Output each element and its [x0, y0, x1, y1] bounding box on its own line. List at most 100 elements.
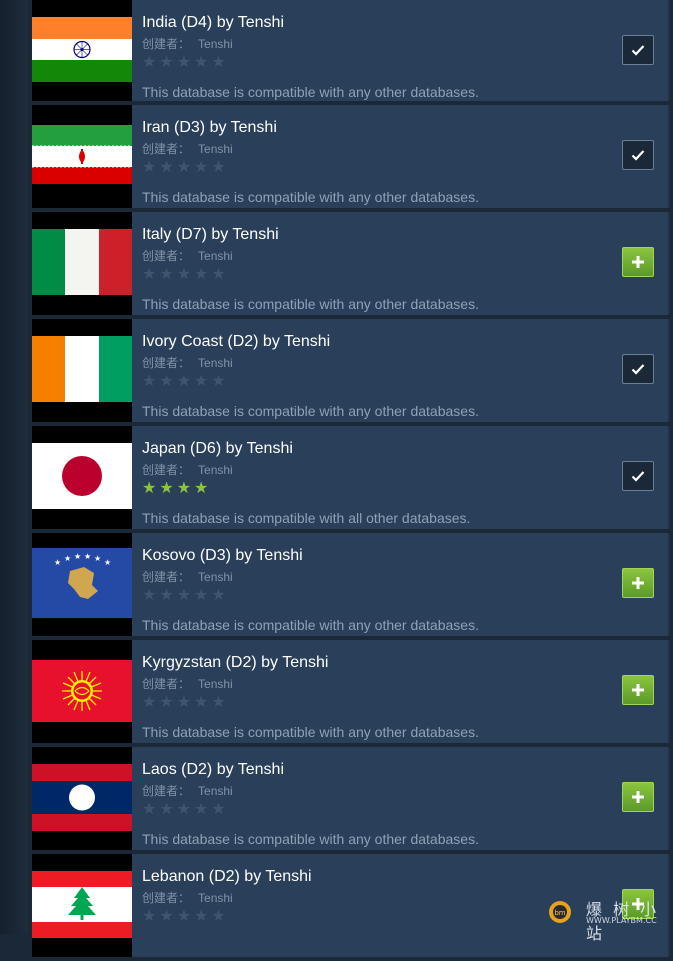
creator-label: 创建者：: [142, 142, 191, 156]
subscribed-toggle-button[interactable]: [622, 35, 654, 65]
rating-star-icon: ★: [211, 159, 229, 176]
creator-name[interactable]: Tenshi: [198, 677, 233, 691]
database-item-india[interactable]: India (D4) by Tenshi 创建者： Tenshi ★★★★★ Th…: [32, 0, 670, 101]
rating-star-icon: ★: [142, 373, 160, 390]
item-creator: 创建者： Tenshi: [142, 782, 233, 799]
add-button[interactable]: [622, 675, 654, 705]
rating-star-icon: ★: [142, 587, 160, 604]
creator-label: 创建者：: [142, 570, 191, 584]
subscribed-toggle-button[interactable]: [622, 140, 654, 170]
item-title[interactable]: Lebanon (D2) by Tenshi: [142, 868, 312, 886]
rating-star-icon: ★: [211, 908, 229, 925]
rating-star-icon: ★: [176, 480, 195, 497]
rating-star-icon: ★: [194, 801, 212, 818]
item-description: This database is compatible with any oth…: [142, 189, 479, 205]
item-title[interactable]: Japan (D6) by Tenshi: [142, 440, 293, 458]
item-title[interactable]: Kyrgyzstan (D2) by Tenshi: [142, 654, 328, 672]
creator-name[interactable]: Tenshi: [198, 891, 233, 905]
item-title[interactable]: Iran (D3) by Tenshi: [142, 119, 277, 137]
add-button[interactable]: [622, 568, 654, 598]
creator-label: 创建者：: [142, 784, 191, 798]
rating-star-icon: ★: [142, 694, 160, 711]
rating-star-icon: ★: [176, 159, 195, 176]
rating-star-icon: ★: [211, 373, 229, 390]
flag-thumbnail-kyrgyzstan[interactable]: [32, 640, 132, 743]
flag-thumbnail-ivory-coast[interactable]: [32, 319, 132, 422]
rating-star-icon: ★: [194, 266, 212, 283]
rating-star-icon: ★: [142, 266, 160, 283]
item-title[interactable]: Ivory Coast (D2) by Tenshi: [142, 333, 330, 351]
item-title[interactable]: India (D4) by Tenshi: [142, 14, 284, 32]
rating-star-icon: ★: [176, 54, 195, 71]
creator-label: 创建者：: [142, 891, 191, 905]
database-item-kosovo[interactable]: ★ ★ ★ ★ ★ ★ Kosovo (D3) by Tenshi 创建者： Tenshi…: [32, 533, 670, 636]
database-item-ivory-coast[interactable]: Ivory Coast (D2) by Tenshi 创建者： Tenshi ★★…: [32, 319, 670, 422]
watermark-logo: bm 爆 树 小 站 WWW.PLAYBM.CC: [542, 892, 667, 943]
checkmark-icon: [631, 44, 645, 56]
rating-star-icon: ★: [176, 694, 195, 711]
creator-name[interactable]: Tenshi: [198, 570, 233, 584]
item-description: This database is compatible with any oth…: [142, 296, 479, 312]
svg-text:★: ★: [94, 554, 101, 563]
creator-name[interactable]: Tenshi: [198, 356, 233, 370]
add-button[interactable]: [622, 247, 654, 277]
creator-name[interactable]: Tenshi: [198, 784, 233, 798]
rating-star-icon: ★: [159, 908, 177, 925]
flag-thumbnail-italy[interactable]: [32, 212, 132, 315]
database-item-kyrgyzstan[interactable]: Kyrgyzstan (D2) by Tenshi 创建者： Tenshi ★★★…: [32, 640, 670, 743]
rating-star-icon: ★: [176, 373, 195, 390]
item-title[interactable]: Kosovo (D3) by Tenshi: [142, 547, 303, 565]
database-item-laos[interactable]: Laos (D2) by Tenshi 创建者： Tenshi ★★★★★ Thi…: [32, 747, 670, 850]
svg-text:★: ★: [64, 554, 71, 563]
rating-star-icon: ★: [194, 908, 212, 925]
watermark-url: WWW.PLAYBM.CC: [586, 916, 657, 925]
flag-thumbnail-lebanon[interactable]: [32, 854, 132, 957]
rating-star-icon: ★: [159, 480, 177, 497]
creator-name[interactable]: Tenshi: [198, 463, 233, 477]
add-button[interactable]: [622, 782, 654, 812]
svg-text:bm: bm: [554, 909, 565, 917]
rating-star-icon: ★: [194, 373, 212, 390]
creator-name[interactable]: Tenshi: [198, 249, 233, 263]
item-title[interactable]: Italy (D7) by Tenshi: [142, 226, 279, 244]
left-scroll-gutter: [0, 0, 28, 934]
rating-star-icon: ★: [159, 587, 177, 604]
creator-label: 创建者：: [142, 249, 191, 263]
creator-name[interactable]: Tenshi: [198, 37, 233, 51]
rating-star-icon: ★: [176, 801, 195, 818]
checkmark-icon: [631, 149, 645, 161]
plus-icon: [631, 255, 645, 269]
item-creator: 创建者： Tenshi: [142, 247, 233, 264]
plus-icon: [631, 576, 645, 590]
plus-icon: [631, 683, 645, 697]
item-description: This database is compatible with any oth…: [142, 403, 479, 419]
creator-label: 创建者：: [142, 677, 191, 691]
creator-name[interactable]: Tenshi: [198, 142, 233, 156]
item-title[interactable]: Laos (D2) by Tenshi: [142, 761, 284, 779]
flag-thumbnail-kosovo[interactable]: ★ ★ ★ ★ ★ ★: [32, 533, 132, 636]
flag-thumbnail-laos[interactable]: [32, 747, 132, 850]
rating-star-icon: ★: [176, 587, 195, 604]
flag-thumbnail-india[interactable]: [32, 0, 132, 101]
flag-thumbnail-iran[interactable]: [32, 105, 132, 208]
database-item-japan[interactable]: Japan (D6) by Tenshi 创建者： Tenshi ★★★★ Thi…: [32, 426, 670, 529]
item-creator: 创建者： Tenshi: [142, 35, 233, 52]
database-item-iran[interactable]: Iran (D3) by Tenshi 创建者： Tenshi ★★★★★ Thi…: [32, 105, 670, 208]
rating-star-icon: ★: [176, 908, 195, 925]
creator-label: 创建者：: [142, 37, 191, 51]
item-creator: 创建者： Tenshi: [142, 675, 233, 692]
rating-stars: ★★★★: [142, 478, 211, 498]
rating-star-icon: ★: [194, 587, 212, 604]
database-list: India (D4) by Tenshi 创建者： Tenshi ★★★★★ Th…: [32, 0, 670, 961]
rating-star-icon: ★: [194, 480, 212, 497]
rating-star-icon: ★: [176, 266, 195, 283]
rating-stars: ★★★★★: [142, 264, 229, 284]
flag-thumbnail-japan[interactable]: [32, 426, 132, 529]
rating-stars: ★★★★★: [142, 799, 229, 819]
database-item-italy[interactable]: Italy (D7) by Tenshi 创建者： Tenshi ★★★★★ Th…: [32, 212, 670, 315]
rating-stars: ★★★★★: [142, 157, 229, 177]
rating-star-icon: ★: [159, 159, 177, 176]
subscribed-toggle-button[interactable]: [622, 461, 654, 491]
subscribed-toggle-button[interactable]: [622, 354, 654, 384]
item-description: This database is compatible with any oth…: [142, 617, 479, 633]
